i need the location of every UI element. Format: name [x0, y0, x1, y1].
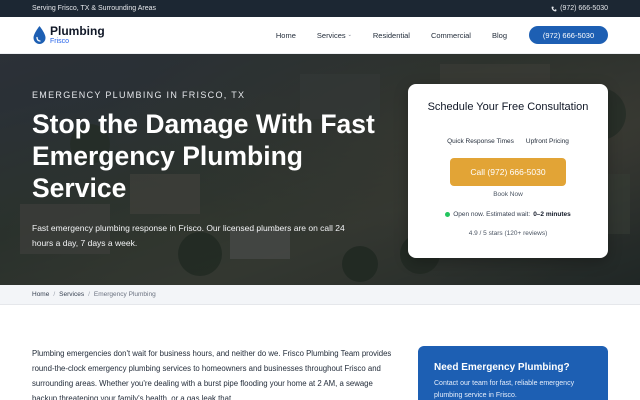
intro-paragraph: Plumbing emergencies don't wait for busi… — [32, 349, 392, 400]
logo-title: Plumbing — [50, 24, 105, 38]
consultation-card: Schedule Your Free Consultation Quick Re… — [408, 84, 608, 258]
hero-kicker: EMERGENCY PLUMBING IN FRISCO, TX — [32, 90, 246, 100]
open-status: Open now. Estimated wait: 0–2 minutes — [408, 211, 608, 218]
tag-quick-response: Quick Response Times — [447, 138, 514, 145]
site-logo[interactable]: Plumbing Frisco — [32, 25, 105, 45]
logo-subtitle: Frisco — [50, 38, 70, 45]
nav-item-commercial[interactable]: Commercial — [431, 31, 471, 40]
nav-item-label: Home — [275, 30, 296, 40]
topbar-phone-number: (972) 666-5030 — [560, 5, 608, 12]
nav-menu: Home Services ⌄ Residential Commercial Bl… — [276, 31, 507, 40]
rating-text: 4.9 / 5 stars (120+ reviews) — [468, 230, 548, 237]
service-area-text: Serving Frisco, TX & Surrounding Areas — [32, 5, 156, 12]
nav-item-blog[interactable]: Blog — [492, 31, 507, 40]
top-info-bar: Serving Frisco, TX & Surrounding Areas (… — [0, 0, 640, 17]
nav-item-label: Blog — [491, 30, 507, 40]
hero-section: EMERGENCY PLUMBING IN FRISCO, TX Stop th… — [0, 54, 640, 285]
main-navigation: Plumbing Frisco Home Services ⌄ Residenti… — [0, 17, 640, 54]
water-drop-logo-icon — [33, 26, 46, 44]
tag-upfront-pricing: Upfront Pricing — [525, 138, 569, 145]
nav-item-label: Residential — [372, 30, 410, 40]
wait-time: 0–2 minutes — [533, 211, 571, 218]
sidebar-card-text: Contact our team for fast, reliable emer… — [434, 380, 575, 399]
breadcrumb-separator: / — [88, 291, 90, 298]
nav-item-label: Services — [316, 30, 346, 40]
chevron-down-icon: ⌄ — [347, 32, 352, 38]
hero-headline: Stop the Damage With Fast Emergency Plum… — [32, 109, 375, 203]
nav-call-button[interactable]: (972) 666-5030 — [529, 26, 608, 44]
topbar-phone-link[interactable]: (972) 666-5030 — [551, 5, 608, 12]
phone-icon — [551, 6, 557, 11]
sidebar-card-title: Need Emergency Plumbing? — [434, 362, 570, 373]
status-text: Open now. Estimated wait: — [453, 211, 531, 218]
nav-item-label: Commercial — [430, 30, 471, 40]
hero-description: Fast emergency plumbing response in Fris… — [32, 223, 345, 248]
emergency-sidebar-card: Need Emergency Plumbing? Contact our tea… — [418, 346, 608, 400]
nav-item-residential[interactable]: Residential — [373, 31, 410, 40]
breadcrumb-current: Emergency Plumbing — [93, 291, 156, 298]
nav-item-services[interactable]: Services ⌄ — [317, 31, 352, 40]
breadcrumb: Home / Services / Emergency Plumbing — [0, 285, 640, 305]
consultation-title: Schedule Your Free Consultation — [427, 101, 589, 113]
nav-item-home[interactable]: Home — [276, 31, 296, 40]
breadcrumb-separator: / — [53, 291, 56, 298]
call-now-button[interactable]: Call (972) 666-5030 — [450, 158, 566, 186]
book-now-link[interactable]: Book Now — [408, 191, 608, 198]
breadcrumb-services[interactable]: Services — [59, 291, 84, 298]
consultation-tags: Quick Response Times Upfront Pricing — [408, 138, 608, 145]
breadcrumb-home[interactable]: Home — [32, 291, 49, 298]
status-dot-icon — [445, 212, 451, 217]
